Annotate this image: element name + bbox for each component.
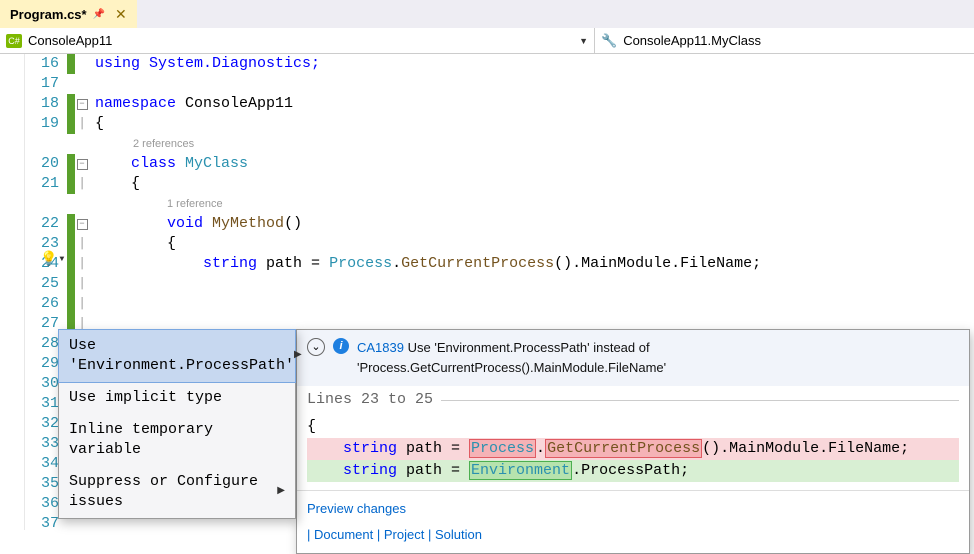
fix-document-link[interactable]: Document [314, 527, 373, 542]
rule-link[interactable]: CA1839 [357, 340, 404, 355]
nav-type-label: ConsoleApp11.MyClass [623, 33, 761, 48]
navigation-bar: C# ConsoleApp11 ▼ 🔧 ConsoleApp11.MyClass [0, 28, 974, 54]
nav-type-dropdown[interactable]: 🔧 ConsoleApp11.MyClass [595, 28, 974, 53]
fix-solution-link[interactable]: Solution [435, 527, 482, 542]
fold-toggle[interactable]: − [77, 219, 88, 230]
code-editor[interactable]: 1617181920212223242526272829303132333435… [0, 54, 974, 530]
quickfix-item-inline-var[interactable]: Inline temporary variable [59, 414, 295, 466]
diff-removed-line: string path = Process.GetCurrentProcess(… [307, 438, 959, 460]
quickfix-item-implicit-type[interactable]: Use implicit type [59, 382, 295, 414]
tab-bar: Program.cs* 📌 ✕ [0, 0, 974, 28]
file-tab[interactable]: Program.cs* 📌 ✕ [0, 0, 137, 28]
fold-toggle[interactable]: − [77, 159, 88, 170]
tab-title: Program.cs* [10, 7, 87, 22]
preview-changes-link[interactable]: Preview changes [307, 501, 406, 516]
submenu-arrow-icon: ▶ [294, 346, 302, 366]
preview-header: ⌄ i CA1839 Use 'Environment.ProcessPath'… [297, 330, 969, 386]
lightbulb-icon: 💡 [40, 250, 57, 270]
selection-margin [0, 54, 25, 530]
chevron-down-icon: ▼ [59, 250, 64, 270]
chevron-down-icon: ▼ [579, 36, 588, 46]
quickfix-menu: Use 'Environment.ProcessPath' ▶ Use impl… [58, 329, 296, 519]
diff-added-line: string path = Environment.ProcessPath; [307, 460, 959, 482]
nav-scope-dropdown[interactable]: C# ConsoleApp11 ▼ [0, 28, 595, 53]
codelens[interactable]: 2 references [95, 134, 974, 154]
info-icon: i [333, 338, 349, 354]
diff-range-label: Lines 23 to 25 [307, 390, 433, 410]
diff-context: { [307, 416, 959, 438]
quickfix-item-suppress[interactable]: Suppress or Configure issues ▶ [59, 466, 295, 518]
quickfix-preview: ⌄ i CA1839 Use 'Environment.ProcessPath'… [296, 329, 970, 554]
fix-project-link[interactable]: Project [384, 527, 424, 542]
close-icon[interactable]: ✕ [115, 6, 127, 23]
quickfix-item-use-environment[interactable]: Use 'Environment.ProcessPath' ▶ [58, 329, 296, 383]
diff-view: Lines 23 to 25 { string path = Process.G… [297, 386, 969, 490]
nav-scope-label: ConsoleApp11 [28, 33, 112, 48]
preview-footer: Preview changes | Document | Project | S… [297, 490, 969, 553]
class-icon: 🔧 [601, 33, 617, 49]
pin-icon[interactable]: 📌 [93, 9, 105, 20]
fold-toggle[interactable]: − [77, 99, 88, 110]
csharp-project-icon: C# [6, 34, 22, 48]
submenu-arrow-icon: ▶ [277, 482, 285, 502]
collapse-toggle[interactable]: ⌄ [307, 338, 325, 356]
diagnostic-message: CA1839 Use 'Environment.ProcessPath' ins… [357, 338, 959, 378]
codelens[interactable]: 1 reference [95, 194, 974, 214]
lightbulb-button[interactable]: 💡 ▼ [40, 251, 72, 269]
